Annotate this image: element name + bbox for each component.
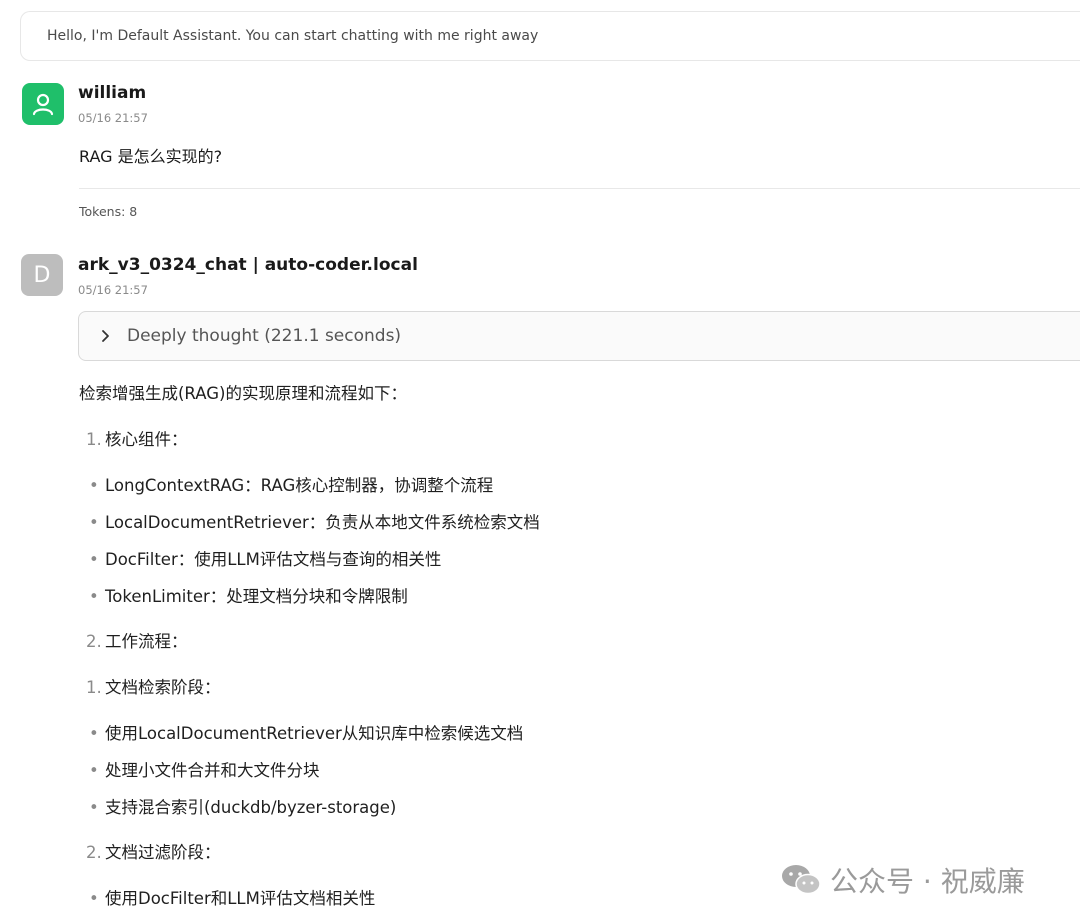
- person-icon: [32, 93, 54, 116]
- bullet-marker: •: [89, 587, 99, 606]
- bot-sender-name: ark_v3_0324_chat | auto-coder.local: [78, 255, 418, 275]
- user-sender-name: william: [78, 83, 147, 103]
- watermark: 公众号 · 祝威廉: [780, 856, 1025, 904]
- chevron-right-icon: [102, 330, 109, 342]
- list-number: 1.: [86, 430, 102, 449]
- user-message-time: 05/16 21:57: [78, 111, 148, 125]
- list-number: 2.: [86, 632, 102, 651]
- deep-thought-label: Deeply thought (221.1 seconds): [127, 326, 402, 346]
- bullet-marker: •: [89, 550, 99, 569]
- answer-intro: 检索增强生成(RAG)的实现原理和流程如下：: [79, 384, 407, 403]
- chat-page: Hello, I'm Default Assistant. You can st…: [0, 0, 1080, 922]
- bullet-item: • LongContextRAG：RAG核心控制器，协调整个流程: [79, 474, 493, 498]
- list-item-text: 工作流程：: [105, 632, 188, 651]
- bullet-item: • 使用LocalDocumentRetriever从知识库中检索候选文档: [79, 722, 523, 746]
- list-item-text: 支持混合索引(duckdb/byzer-storage): [105, 798, 397, 817]
- deep-thought-toggle[interactable]: Deeply thought (221.1 seconds): [78, 311, 1080, 361]
- bullet-marker: •: [89, 889, 99, 908]
- list-item-text: 使用LocalDocumentRetriever从知识库中检索候选文档: [105, 724, 524, 743]
- list-item-text: DocFilter：使用LLM评估文档与查询的相关性: [105, 550, 442, 569]
- numbered-item: 2. 工作流程：: [79, 630, 188, 654]
- bullet-marker: •: [89, 761, 99, 780]
- bullet-item: • DocFilter：使用LLM评估文档与查询的相关性: [79, 548, 441, 572]
- list-item-text: 核心组件：: [105, 430, 188, 449]
- numbered-item: 2. 文档过滤阶段：: [79, 841, 221, 865]
- numbered-item: 1. 文档检索阶段：: [79, 676, 221, 700]
- bullet-item: • LocalDocumentRetriever：负责从本地文件系统检索文档: [79, 511, 540, 535]
- greeting-banner: Hello, I'm Default Assistant. You can st…: [20, 11, 1080, 61]
- user-avatar: [22, 83, 64, 125]
- list-item-text: LongContextRAG：RAG核心控制器，协调整个流程: [105, 476, 494, 495]
- user-message-text: RAG 是怎么实现的?: [79, 147, 223, 166]
- bullet-item: • 支持混合索引(duckdb/byzer-storage): [79, 796, 396, 820]
- bot-answer: 检索增强生成(RAG)的实现原理和流程如下： 1. 核心组件： • LongConte…: [79, 380, 1059, 908]
- list-number: 1.: [86, 678, 102, 697]
- bullet-marker: •: [89, 798, 99, 817]
- bot-message-time: 05/16 21:57: [78, 283, 148, 297]
- list-item-text: 文档检索阶段：: [105, 678, 221, 697]
- list-item-text: TokenLimiter：处理文档分块和令牌限制: [105, 587, 408, 606]
- numbered-item: 1. 核心组件：: [79, 428, 188, 452]
- list-item-text: 文档过滤阶段：: [105, 843, 221, 862]
- wechat-icon: [782, 865, 821, 895]
- list-item-text: 处理小文件合并和大文件分块: [105, 761, 320, 780]
- bullet-item: • 使用DocFilter和LLM评估文档相关性: [79, 887, 375, 911]
- bot-avatar: D: [21, 254, 63, 296]
- bullet-item: • TokenLimiter：处理文档分块和令牌限制: [79, 585, 408, 609]
- bullet-marker: •: [89, 513, 99, 532]
- bullet-item: • 处理小文件合并和大文件分块: [79, 759, 320, 783]
- watermark-text: 公众号 · 祝威廉: [830, 865, 1025, 898]
- token-count: Tokens: 8: [79, 204, 138, 219]
- list-item-text: LocalDocumentRetriever：负责从本地文件系统检索文档: [105, 513, 540, 532]
- list-number: 2.: [86, 843, 102, 862]
- bullet-marker: •: [89, 476, 99, 495]
- bullet-marker: •: [89, 724, 99, 743]
- list-item-text: 使用DocFilter和LLM评估文档相关性: [105, 889, 376, 908]
- message-divider: [79, 188, 1080, 189]
